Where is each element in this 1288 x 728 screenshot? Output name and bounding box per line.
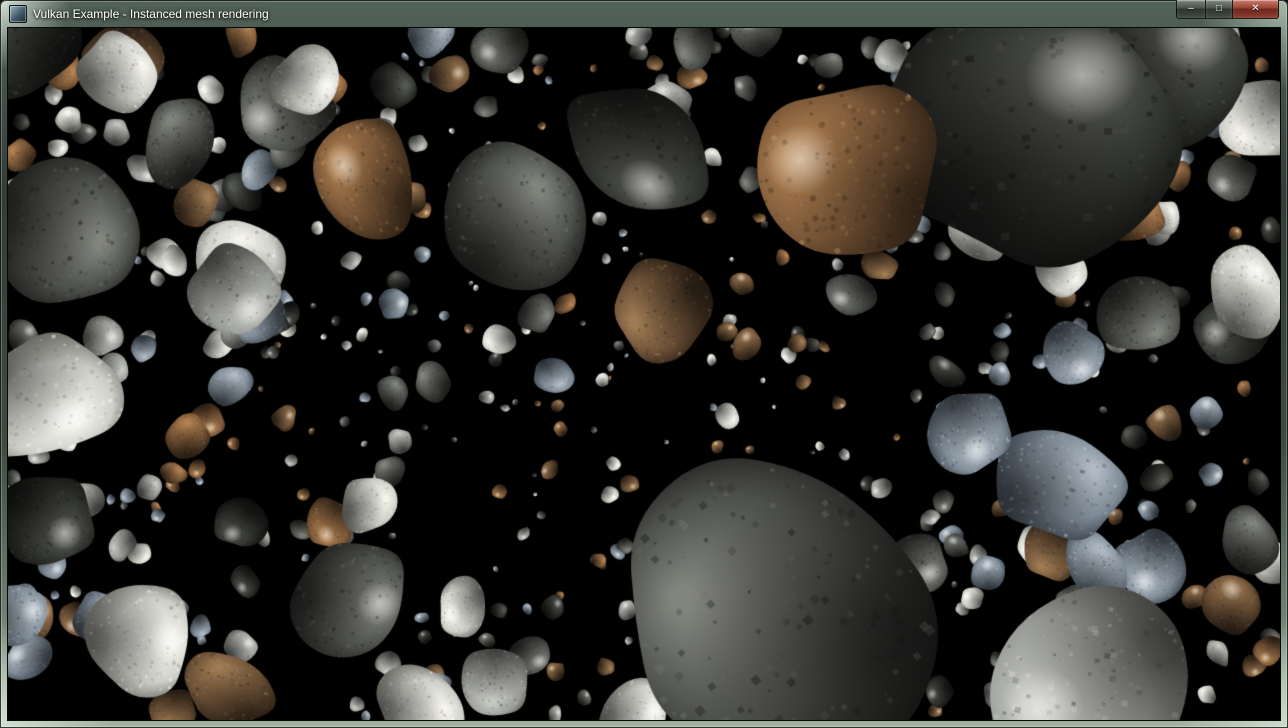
app-window: Vulkan Example - Instanced mesh renderin… <box>0 0 1288 728</box>
render-viewport[interactable] <box>8 28 1280 720</box>
minimize-button[interactable]: – <box>1176 0 1205 19</box>
window-title: Vulkan Example - Instanced mesh renderin… <box>33 0 269 28</box>
viewport-frame <box>7 27 1281 721</box>
maximize-button[interactable]: □ <box>1205 0 1233 19</box>
window-controls: – □ ✕ <box>1176 0 1279 19</box>
close-button[interactable]: ✕ <box>1233 0 1279 19</box>
app-icon <box>9 5 27 23</box>
title-bar[interactable]: Vulkan Example - Instanced mesh renderin… <box>0 0 1288 28</box>
